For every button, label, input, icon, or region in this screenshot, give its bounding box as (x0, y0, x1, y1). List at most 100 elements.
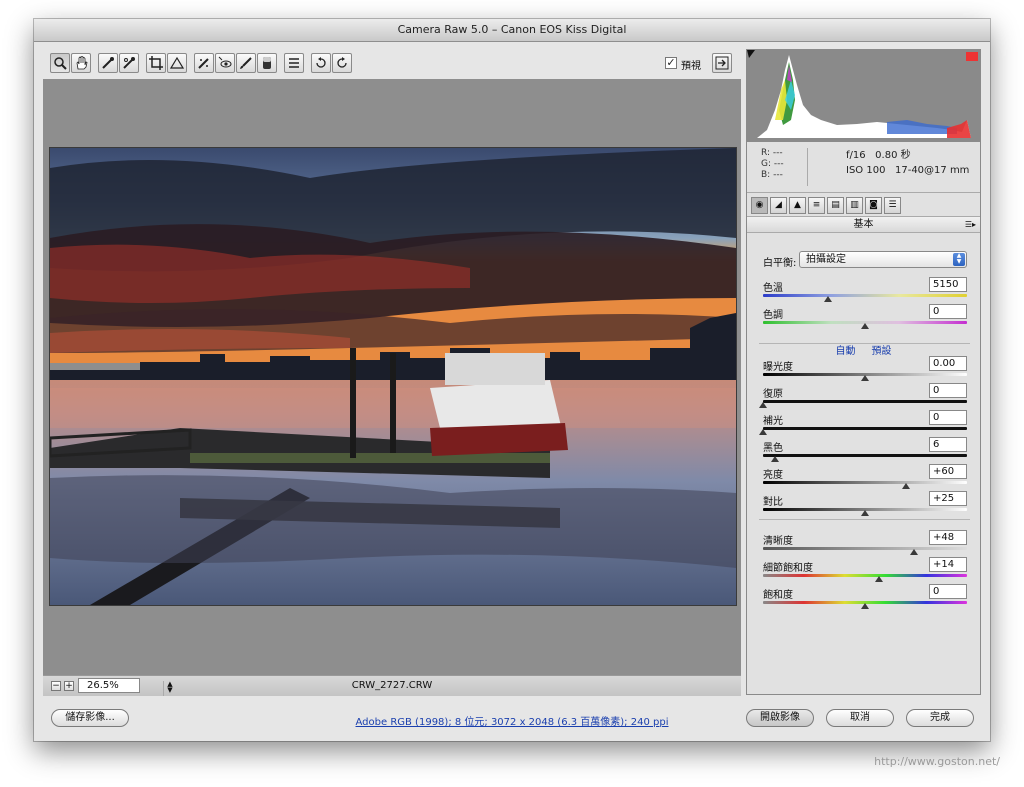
detail-icon: ▲ (794, 200, 801, 210)
section-title: 基本 ☰▸ (747, 216, 980, 233)
graduated-filter-tool-button[interactable] (257, 53, 277, 73)
graduated-filter-icon (263, 57, 271, 69)
slider-label: 曝光度 (763, 362, 793, 373)
slider-label: 亮度 (763, 470, 783, 481)
camera-raw-window: Camera Raw 5.0 – Canon EOS Kiss Digital (34, 19, 990, 741)
rgb-readout: R: --- G: --- B: --- (761, 148, 784, 181)
red-eye-tool-button[interactable] (215, 53, 235, 73)
slider-value-field[interactable]: 0.00 (929, 356, 967, 371)
preview-canvas[interactable] (43, 79, 741, 675)
window-title: Camera Raw 5.0 – Canon EOS Kiss Digital (34, 19, 990, 42)
watermark: http://www.goston.net/ (874, 755, 1000, 768)
aperture-value: f/16 (846, 150, 866, 161)
crop-tool-button[interactable] (146, 53, 166, 73)
white-balance-value: 拍攝設定 (806, 254, 846, 265)
slider-track[interactable] (763, 294, 967, 297)
slider-value-field[interactable]: 5150 (929, 277, 967, 292)
section-divider (759, 519, 970, 520)
fullscreen-icon (715, 56, 729, 70)
shadow-clipping-icon[interactable] (747, 50, 755, 58)
hand-icon (76, 56, 88, 70)
status-bar: − + 26.5% ▲ ▼ CRW_2727.CRW (43, 675, 741, 696)
tab-presets[interactable]: ☰ (884, 197, 901, 214)
tab-camera-calibration[interactable]: ◙ (865, 197, 882, 214)
slider-track[interactable] (763, 547, 967, 550)
panel-menu-icon[interactable]: ☰▸ (965, 217, 976, 232)
slider-thumb[interactable] (861, 375, 869, 381)
camera-info: f/16 0.80 秒 ISO 100 17-40@17 mm (807, 148, 969, 186)
slider-value-field[interactable]: 6 (929, 437, 967, 452)
slider-value-field[interactable]: +25 (929, 491, 967, 506)
slider-thumb[interactable] (875, 576, 884, 582)
spot-removal-icon (198, 58, 209, 69)
rotate-cw-button[interactable] (332, 53, 352, 73)
slider-thumb[interactable] (824, 296, 833, 302)
default-link[interactable]: 預設 (872, 346, 892, 357)
slider-label: 黑色 (763, 443, 783, 454)
hand-tool-button[interactable] (71, 53, 91, 73)
slider-thumb[interactable] (861, 603, 869, 609)
rotate-ccw-button[interactable] (311, 53, 331, 73)
slider-value-field[interactable]: 0 (929, 383, 967, 398)
histogram (747, 50, 980, 142)
slider-track[interactable] (763, 400, 967, 403)
hsl-icon: ≡ (812, 200, 821, 210)
g-label: G: (761, 159, 772, 169)
tab-tone-curve[interactable]: ◢ (770, 197, 787, 214)
preferences-button[interactable] (284, 53, 304, 73)
slider-track[interactable] (763, 427, 967, 430)
auto-link[interactable]: 自動 (836, 346, 856, 357)
panel-tabs: ◉ ◢ ▲ ≡ ▤ ▥ ◙ ☰ (747, 196, 980, 214)
adjustment-brush-icon (240, 57, 252, 69)
done-button[interactable]: 完成 (906, 709, 974, 727)
spot-removal-tool-button[interactable] (194, 53, 214, 73)
slider-thumb[interactable] (901, 483, 910, 489)
color-sampler-tool-button[interactable] (119, 53, 139, 73)
open-image-button[interactable]: 開啟影像 (746, 709, 814, 727)
slider-thumb[interactable] (861, 323, 869, 329)
select-arrows-icon: ▲ ▼ (953, 253, 965, 266)
tab-split-toning[interactable]: ▤ (827, 197, 844, 214)
slider-value-field[interactable]: 0 (929, 410, 967, 425)
tab-hsl[interactable]: ≡ (808, 197, 825, 214)
slider-thumb[interactable] (909, 549, 918, 555)
slider-label: 復原 (763, 389, 783, 400)
slider-value-field[interactable]: +60 (929, 464, 967, 479)
slider-value-field[interactable]: +48 (929, 530, 967, 545)
cancel-button[interactable]: 取消 (826, 709, 894, 727)
slider-track[interactable] (763, 454, 967, 457)
white-balance-tool-button[interactable] (98, 53, 118, 73)
r-label: R: (761, 148, 771, 158)
tab-basic[interactable]: ◉ (751, 197, 768, 214)
slider-value-field[interactable]: +14 (929, 557, 967, 572)
slider-thumb[interactable] (861, 510, 869, 516)
white-balance-select[interactable]: 拍攝設定 ▲ ▼ (799, 251, 967, 268)
slider-value-field[interactable]: 0 (929, 304, 967, 319)
zoom-icon (54, 57, 67, 70)
adjustment-brush-tool-button[interactable] (236, 53, 256, 73)
camera-icon: ◙ (869, 200, 878, 210)
slider-track[interactable] (763, 574, 967, 577)
lens-value: 17-40@17 mm (894, 165, 970, 176)
shutter-value: 0.80 秒 (875, 150, 911, 161)
tab-lens-corrections[interactable]: ▥ (846, 197, 863, 214)
highlight-clipping-icon[interactable] (966, 52, 978, 61)
auto-default-row: 自動 預設 (747, 342, 980, 357)
tab-detail[interactable]: ▲ (789, 197, 806, 214)
white-balance-eyedropper-icon (102, 57, 114, 69)
slider-thumb[interactable] (759, 402, 767, 408)
slider-value-field[interactable]: 0 (929, 584, 967, 599)
slider-thumb[interactable] (759, 429, 767, 435)
preview-checkbox[interactable]: ✓ (665, 57, 677, 69)
slider-label: 飽和度 (763, 590, 793, 601)
slider-label: 對比 (763, 497, 783, 508)
slider-thumb[interactable] (771, 456, 780, 462)
slider-track[interactable] (763, 481, 967, 484)
zoom-tool-button[interactable] (50, 53, 70, 73)
fullscreen-button[interactable] (712, 53, 732, 73)
straighten-icon (170, 56, 184, 69)
straighten-tool-button[interactable] (167, 53, 187, 73)
slider-label: 清晰度 (763, 536, 793, 547)
red-eye-icon (218, 56, 232, 68)
slider-label: 色溫 (763, 283, 783, 294)
